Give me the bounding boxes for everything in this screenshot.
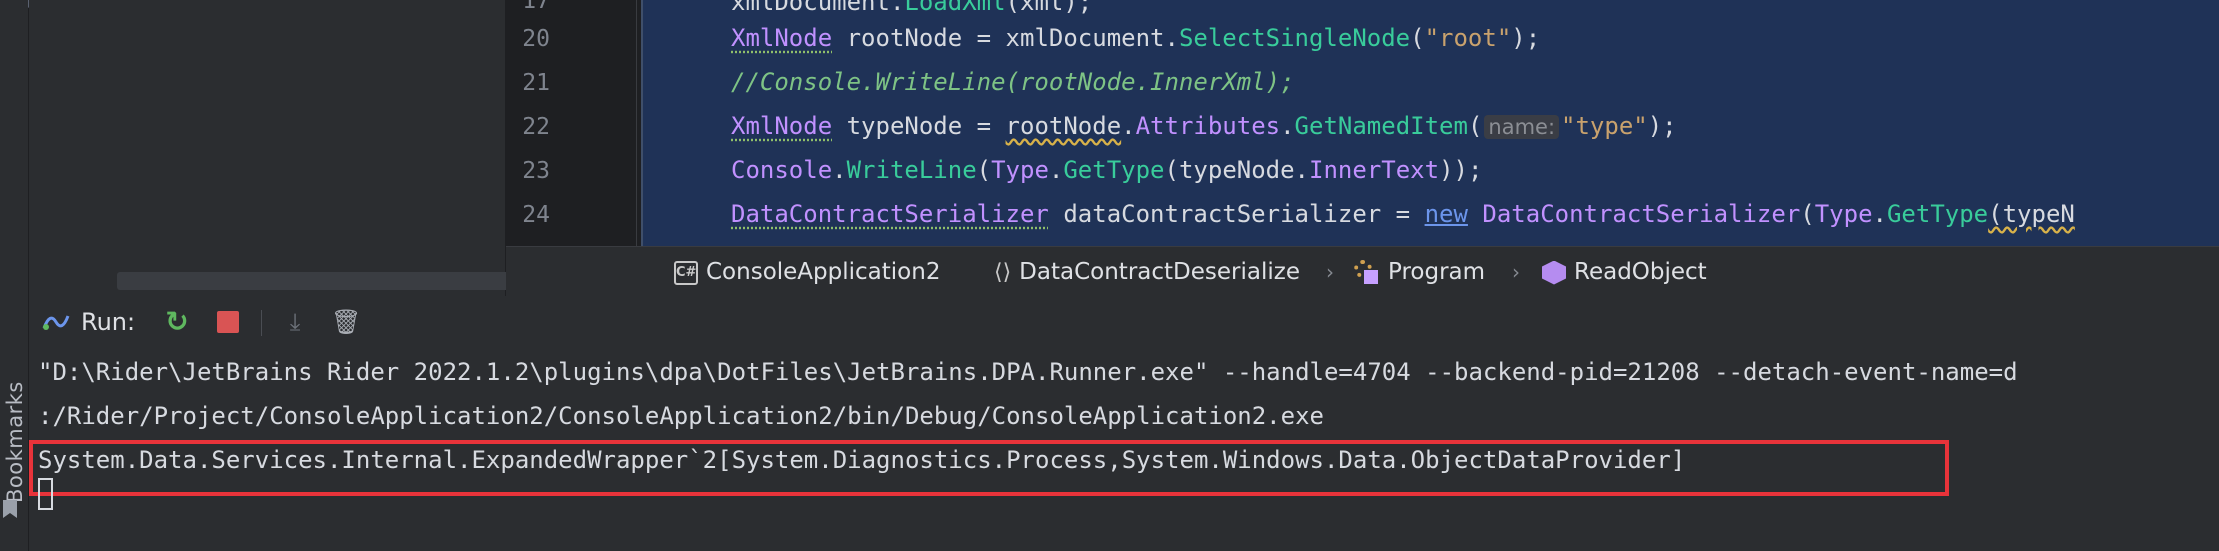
code-token: . [1048, 156, 1064, 184]
code-line[interactable]: XmlNode typeNode = rootNode.Attributes.G… [731, 112, 1677, 140]
breadcrumb-project[interactable]: C# ConsoleApplication2 [674, 247, 940, 297]
code-token: (typeN [1988, 200, 2075, 228]
code-line[interactable]: xmlDocument.LoadXml(xml); [731, 0, 1092, 16]
left-tool-strip: Bookmarks [0, 0, 29, 551]
code-token: WriteLine [846, 156, 977, 184]
class-icon [1354, 259, 1380, 286]
code-token: (typeNode. [1164, 156, 1310, 184]
code-token: (xml); [1005, 0, 1093, 16]
code-token: . [1280, 112, 1295, 140]
code-token: LoadXml [904, 0, 1006, 16]
code-token: ( [1800, 200, 1815, 228]
horizontal-scrollbar[interactable] [117, 272, 523, 290]
breadcrumb-class[interactable]: Program [1354, 247, 1485, 297]
code-token: typeNode = [832, 112, 1006, 140]
line-number: 17 [522, 0, 550, 14]
scroll-to-end-icon[interactable]: ⤓ [281, 308, 309, 336]
code-token: DataContractSerializer [1482, 200, 1801, 228]
code-token: Type [991, 156, 1049, 184]
csharp-file-icon: C# [674, 260, 698, 285]
code-token: "type" [1561, 112, 1648, 140]
console-input-caret[interactable] [38, 478, 53, 510]
code-token: rootNode [1005, 112, 1122, 140]
code-token: SelectSingleNode [1178, 24, 1411, 52]
line-number: 20 [522, 26, 550, 52]
stop-icon[interactable] [217, 311, 239, 333]
code-token: GetType [1886, 200, 1989, 228]
console-line: :/Rider/Project/ConsoleApplication2/Cons… [38, 402, 1324, 430]
breadcrumb-separator: › [1326, 260, 1334, 284]
code-token: InnerText [1309, 156, 1440, 184]
breadcrumb-separator: › [1512, 260, 1520, 284]
code-token: Type [1814, 200, 1873, 228]
run-tab-label[interactable]: Run: [81, 296, 135, 348]
breadcrumb: C# ConsoleApplication2 ⟨⟩ DataContractDese… [506, 246, 2219, 298]
line-number: 22 [522, 114, 550, 140]
breadcrumb-class-label: Program [1388, 259, 1486, 285]
code-token: //Console.WriteLine(rootNode.InnerXml); [731, 68, 1295, 96]
code-token: ( [1467, 112, 1483, 140]
breadcrumb-namespace[interactable]: ⟨⟩ DataContractDeserialize [994, 247, 1300, 297]
line-number: 21 [522, 70, 550, 96]
gutter-divider [636, 0, 637, 246]
project-tool-window [29, 0, 523, 296]
code-token: ( [976, 156, 992, 184]
rider-run-icon [42, 315, 70, 330]
code-line[interactable]: //Console.WriteLine(rootNode.InnerXml); [731, 68, 1295, 96]
code-token: DataContractSerializer [731, 200, 1049, 228]
breadcrumb-project-label: ConsoleApplication2 [706, 259, 941, 285]
breadcrumb-method[interactable]: ReadObject [1542, 247, 1707, 297]
bookmarks-tool-tab[interactable]: Bookmarks [3, 381, 29, 503]
toolbar-divider [261, 310, 262, 336]
red-highlight-box [29, 440, 1949, 496]
code-token: dataContractSerializer = [1048, 200, 1425, 228]
code-token: ( [1410, 24, 1425, 52]
console-line: "D:\Rider\JetBrains Rider 2022.1.2\plugi… [38, 358, 2018, 386]
line-number: 24 [522, 202, 550, 228]
code-token: . [1872, 200, 1887, 228]
code-token: rootNode = xmlDocument. [832, 24, 1179, 52]
code-token: GetNamedItem [1294, 112, 1468, 140]
code-token: XmlNode [731, 24, 833, 52]
rerun-icon[interactable]: ↻ [163, 308, 191, 336]
line-number-gutter: 17 20 21 22 23 24 [506, 0, 636, 246]
bookmark-icon[interactable] [3, 500, 17, 518]
code-token: "root" [1424, 24, 1512, 52]
code-token: ); [1647, 112, 1677, 140]
code-editor[interactable]: 17 20 21 22 23 24 xmlDocument.LoadXml(xm… [506, 0, 2219, 246]
method-icon [1542, 260, 1566, 285]
parameter-hint: name: [1484, 115, 1560, 139]
code-line[interactable]: XmlNode rootNode = xmlDocument.SelectSin… [731, 24, 1540, 52]
code-line[interactable]: DataContractSerializer dataContractSeria… [731, 200, 2075, 228]
code-token: GetType [1063, 156, 1165, 184]
breadcrumb-namespace-label: DataContractDeserialize [1019, 259, 1300, 285]
code-token: XmlNode [731, 112, 833, 140]
code-token: . [1121, 112, 1136, 140]
breadcrumb-method-label: ReadObject [1574, 259, 1707, 285]
code-token: xmlDocument. [731, 0, 905, 16]
code-line[interactable]: Console.WriteLine(Type.GetType(typeNode.… [731, 156, 1482, 184]
code-token: . [832, 156, 847, 184]
code-token: new [1424, 200, 1468, 228]
namespace-icon: ⟨⟩ [994, 259, 1012, 285]
run-toolbar: Run: ↻ ⤓ 🗑 [29, 296, 2219, 348]
run-console-output[interactable]: "D:\Rider\JetBrains Rider 2022.1.2\plugi… [29, 348, 2219, 551]
code-token: Console [731, 156, 833, 184]
line-number: 23 [522, 158, 550, 184]
code-token: ); [1511, 24, 1541, 52]
code-token: Attributes [1135, 112, 1281, 140]
indent-guide [641, 0, 643, 246]
clear-output-icon[interactable]: 🗑 [331, 308, 361, 336]
code-token: )); [1439, 156, 1483, 184]
